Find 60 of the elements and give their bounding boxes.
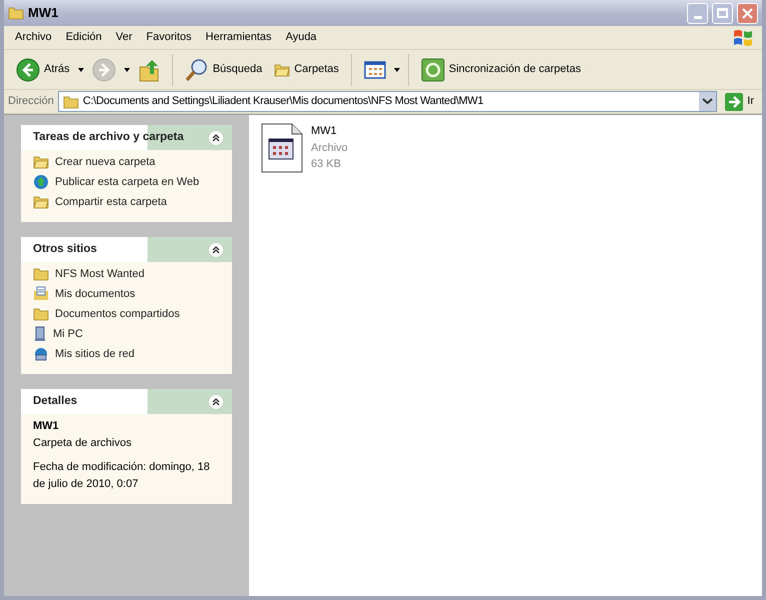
address-field[interactable]: C:\Documents and Settings\Liliadent Krauser\Mis documentos\NFS Most Wanted\MW1 [58, 91, 718, 112]
search-button[interactable]: Búsqueda [180, 52, 266, 86]
folder-icon [62, 94, 79, 108]
shared-folder-icon [33, 195, 49, 209]
details-name: MW1 [33, 419, 60, 434]
views-icon [364, 60, 386, 78]
panel-header[interactable]: Detalles [21, 389, 232, 414]
close-icon [742, 8, 753, 18]
task-link[interactable]: Mis documentos [55, 286, 136, 302]
close-button[interactable] [737, 2, 758, 24]
caret-icon[interactable] [394, 68, 400, 72]
back-button[interactable]: Atrás [12, 52, 74, 86]
menu-item[interactable]: Edición [58, 29, 109, 46]
folders-button[interactable]: Carpetas [270, 52, 343, 86]
file-name: MW1 [311, 124, 338, 139]
task-link[interactable]: Mi PC [53, 326, 83, 342]
task-link[interactable]: Publicar esta carpeta en Web [55, 174, 200, 190]
task-link[interactable]: Compartir esta carpeta [55, 194, 167, 210]
menu-item[interactable]: Ver [108, 29, 140, 46]
documents-folder-icon [33, 286, 49, 302]
sync-icon [420, 58, 445, 82]
panel-title: Detalles [33, 394, 78, 409]
file-type: Archivo [311, 140, 348, 156]
caret-icon[interactable] [78, 68, 84, 72]
file-icon [261, 123, 303, 173]
panel-header[interactable]: Otros sitios [21, 237, 232, 262]
collapse-icon[interactable] [208, 130, 224, 146]
sync-button[interactable]: Sincronización de carpetas [416, 52, 585, 86]
folder-icon [33, 307, 49, 321]
folder-up-icon [138, 58, 160, 82]
folder-icon [33, 267, 49, 281]
details-modified: Fecha de modificación: domingo, 18 de julio de 2010, 0:07 [33, 460, 211, 492]
task-link[interactable]: Crear nueva carpeta [55, 154, 156, 170]
folder-icon [33, 155, 49, 169]
task-link[interactable]: Documentos compartidos [55, 306, 180, 322]
panel-title: Tareas de archivo y carpeta [33, 130, 184, 145]
task-link[interactable]: Mis sitios de red [55, 346, 134, 362]
windows-flag-icon [732, 28, 754, 48]
file-size: 63 KB [311, 157, 342, 172]
window-title: MW1 [28, 4, 58, 22]
go-button[interactable]: Ir [721, 92, 758, 110]
magnifier-icon [184, 58, 209, 82]
folders-icon [274, 62, 290, 76]
menu-item[interactable]: Archivo [8, 29, 59, 46]
task-link[interactable]: NFS Most Wanted [55, 266, 144, 282]
network-icon [33, 346, 49, 362]
folder-icon [8, 6, 24, 20]
menu-item[interactable]: Ayuda [278, 29, 324, 46]
menu-item[interactable]: Favoritos [139, 29, 199, 46]
details-type: Carpeta de archivos [33, 436, 132, 450]
panel-title: Otros sitios [33, 242, 97, 257]
globe-icon [33, 174, 49, 190]
address-label: Dirección [8, 94, 54, 110]
collapse-icon[interactable] [208, 394, 224, 410]
collapse-icon[interactable] [208, 242, 224, 258]
panel-header[interactable]: Tareas de archivo y carpeta [21, 125, 232, 150]
menu-item[interactable]: Herramientas [198, 29, 279, 46]
file-item[interactable]: MW1 Archivo 63 KB [257, 123, 352, 173]
go-arrow-icon [725, 92, 744, 110]
computer-icon [33, 326, 47, 342]
